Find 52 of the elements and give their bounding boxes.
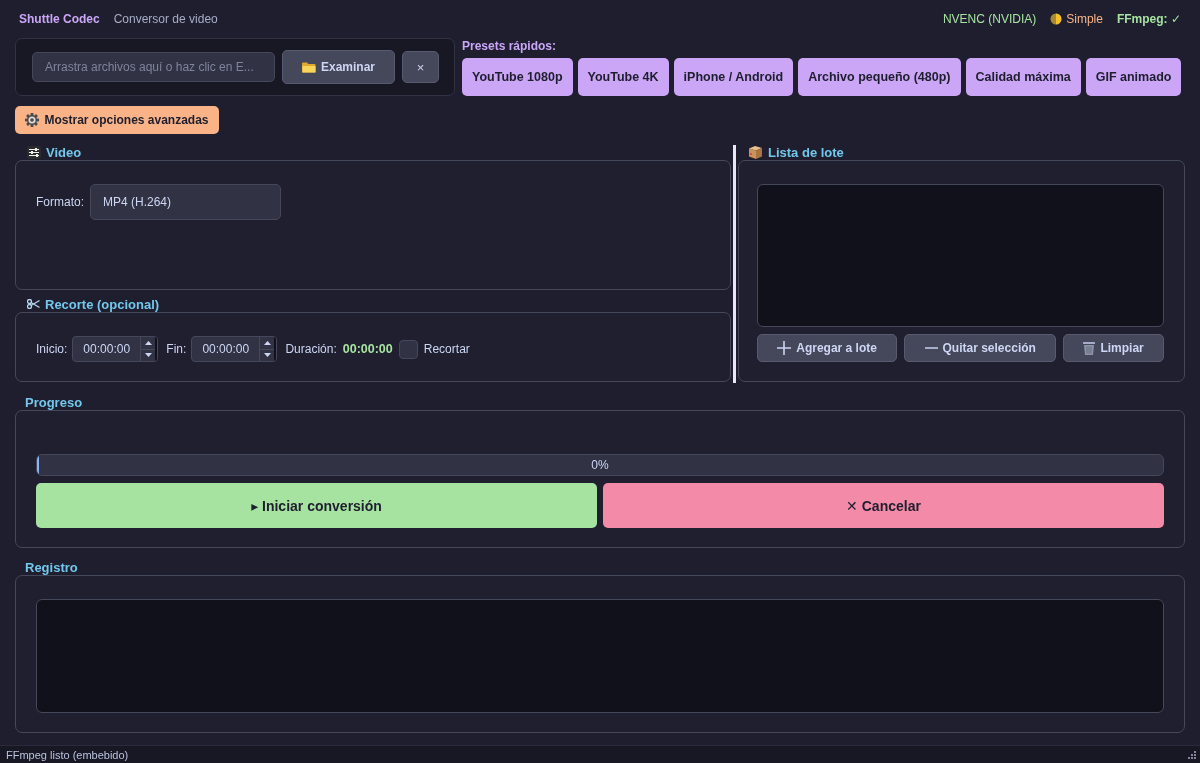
theme-toggle[interactable]: Simple — [1050, 12, 1103, 26]
preset-button[interactable]: YouTube 4K — [577, 58, 669, 96]
scissors-icon — [27, 299, 40, 309]
preset-button[interactable]: Archivo pequeño (480p) — [798, 58, 961, 96]
advanced-options-button[interactable]: Mostrar opciones avanzadas — [15, 106, 219, 134]
group-title: Progreso — [25, 394, 83, 410]
encoder-label: NVENC (NVIDIA) — [942, 12, 1037, 26]
trim-checkbox[interactable] — [398, 339, 418, 359]
duration-value: 00:00:00 — [342, 342, 393, 356]
minus-icon — [924, 347, 938, 349]
caret-down-icon — [263, 353, 271, 358]
batch-button[interactable]: Limpiar — [1063, 334, 1164, 362]
start-time-field[interactable]: 00:00:00 — [72, 336, 159, 362]
group-title: Recorte (opcional) — [45, 296, 160, 312]
caret-up-icon — [263, 340, 271, 345]
file-input[interactable]: Arrastra archivos aquí o haz clic en E... — [32, 52, 275, 82]
splitter-handle[interactable] — [733, 145, 736, 383]
start-label: Inicio: — [36, 342, 68, 356]
browse-button[interactable]: Examinar — [282, 50, 395, 84]
preset-button[interactable]: YouTube 1080p — [462, 58, 573, 96]
trash-icon — [1083, 341, 1096, 355]
batch-button[interactable]: Quitar selección — [904, 334, 1057, 362]
progress-reading: 0% — [591, 458, 609, 472]
caret-down-icon — [144, 353, 152, 358]
caret-up-icon — [144, 340, 152, 345]
format-select[interactable]: MP4 (H.264) — [90, 184, 281, 220]
size-grip-icon[interactable] — [1188, 750, 1196, 759]
group-title: Registro — [25, 559, 78, 575]
preset-button[interactable]: iPhone / Android — [673, 58, 794, 96]
group-title: Lista de lote — [768, 144, 844, 160]
end-time-field[interactable]: 00:00:00 — [191, 336, 278, 362]
preset-button[interactable]: Calidad máxima — [965, 58, 1081, 96]
folder-icon — [302, 61, 316, 73]
cancel-button[interactable]: ✕ Cancelar — [603, 483, 1164, 528]
group-title: Video — [46, 144, 82, 160]
clear-button[interactable]: × — [402, 51, 439, 83]
plus-icon — [777, 341, 792, 355]
preset-button[interactable]: GIF animado — [1085, 58, 1182, 96]
package-icon — [748, 144, 763, 160]
ffmpeg-status: FFmpeg: ✓ — [1116, 12, 1181, 26]
end-label: Fin: — [166, 342, 187, 356]
checkbox-label: Recortar — [423, 342, 470, 356]
half-moon-icon — [1050, 13, 1063, 25]
batch-button[interactable]: Agregar a lote — [757, 334, 898, 362]
status-text: FFmpeg listo (embebido) — [6, 748, 129, 761]
duration-label: Duración: — [285, 342, 337, 356]
app-subtitle: Conversor de video — [113, 12, 218, 26]
gear-icon — [25, 113, 40, 127]
format-label: Formato: — [36, 195, 84, 209]
presets-label: Presets rápidos: — [462, 38, 558, 55]
app-title: Shuttle Codec — [19, 12, 100, 26]
start-conversion-button[interactable]: ▸ Iniciar conversión — [36, 483, 597, 528]
